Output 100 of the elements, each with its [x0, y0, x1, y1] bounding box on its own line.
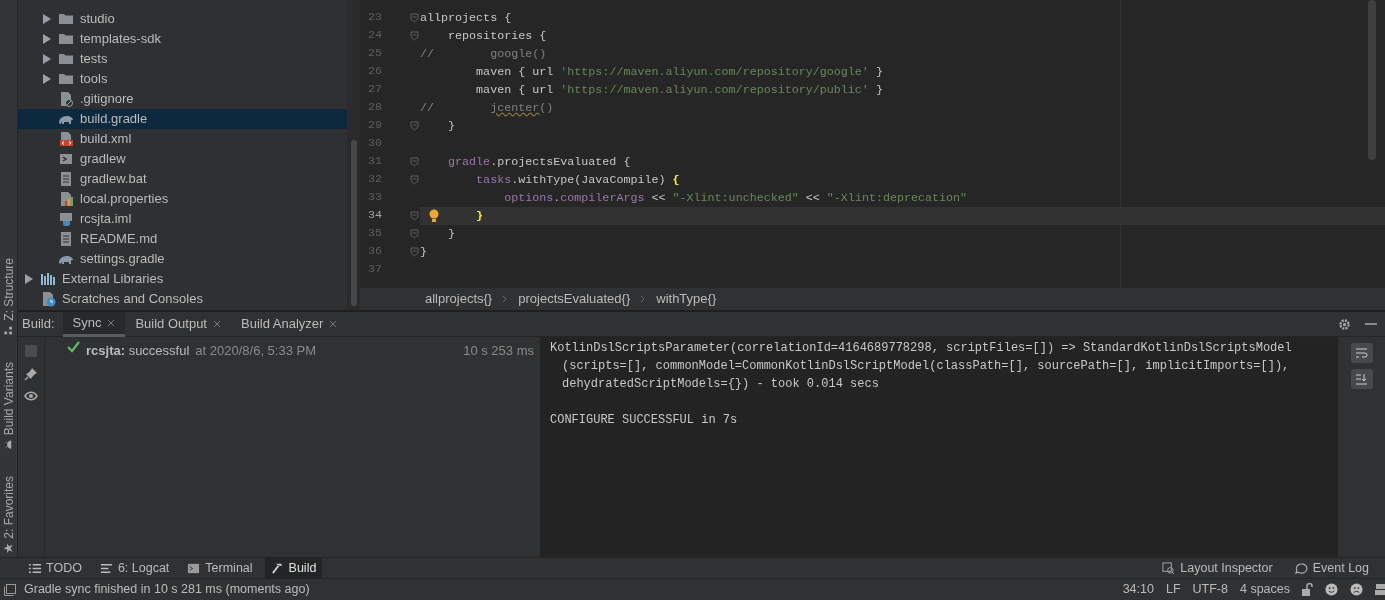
folder-icon: [58, 51, 74, 67]
line-number: 28: [366, 99, 382, 117]
scratch-file-icon: [40, 291, 56, 307]
soft-wrap-button[interactable]: [1350, 343, 1373, 363]
scrollbar-thumb[interactable]: [350, 140, 357, 306]
build-duration: 10 s 253 ms: [463, 342, 534, 360]
fold-marker-icon[interactable]: [409, 121, 419, 131]
fold-marker-icon[interactable]: [409, 13, 419, 23]
tree-item[interactable]: gradlew.bat: [18, 169, 347, 189]
scroll-to-end-button[interactable]: [1350, 369, 1373, 389]
wrap-icon: [1355, 347, 1368, 359]
status-message: Gradle sync finished in 10 s 281 ms (moments ago): [24, 581, 310, 599]
tool-window-button[interactable]: TODO: [22, 557, 88, 579]
status-item[interactable]: LF: [1165, 580, 1181, 599]
terminal-icon: [187, 561, 201, 575]
expand-arrow-icon[interactable]: [42, 73, 52, 85]
tree-item[interactable]: README.md: [18, 229, 347, 249]
status-item[interactable]: 34:10: [1122, 580, 1154, 599]
status-item[interactable]: UTF-8: [1192, 580, 1228, 599]
line-number: 24: [366, 27, 382, 45]
code-line: repositories {: [447, 28, 548, 45]
eye-icon[interactable]: [24, 391, 38, 403]
tree-item[interactable]: External Libraries: [18, 269, 347, 289]
tree-item[interactable]: build.xml: [18, 129, 347, 149]
console-line: CONFIGURE SUCCESSFUL in 7s: [550, 412, 739, 429]
fold-marker-icon[interactable]: [409, 247, 419, 257]
code-line: }: [447, 118, 457, 135]
side-tool-tab[interactable]: 2: Favorites: [0, 475, 18, 554]
line-number: 36: [366, 243, 382, 261]
folder-icon: [58, 11, 74, 27]
tool-window-button[interactable]: Terminal: [181, 557, 259, 579]
tree-item[interactable]: build.gradle: [18, 109, 347, 129]
lock-icon[interactable]: [1302, 583, 1313, 596]
tree-item[interactable]: .gitignore: [18, 89, 347, 109]
code-line: // google(): [420, 46, 548, 63]
module-file-icon: [58, 211, 74, 227]
tool-window-button[interactable]: Event Log: [1288, 557, 1375, 579]
code-line: }: [420, 244, 428, 261]
expand-arrow-icon[interactable]: [42, 53, 52, 65]
lightbulb-icon[interactable]: [428, 209, 440, 223]
status-item[interactable]: 4 spaces: [1239, 580, 1290, 599]
code-line: }: [447, 226, 457, 243]
panel-toggle-icon[interactable]: [4, 583, 16, 596]
tree-item[interactable]: studio: [18, 9, 347, 29]
build-time: at 2020/8/6, 5:33 PM: [195, 342, 317, 360]
check-icon: [67, 341, 80, 353]
console-line: (scripts=[], commonModel=CommonKotlinDslScriptModel(classPath=[], sourcePath=[], implicitImports=[]),: [561, 358, 1291, 375]
settings-icon[interactable]: [1338, 317, 1351, 331]
line-number: 25: [366, 45, 382, 63]
line-number: 27: [366, 81, 382, 99]
side-tool-tab[interactable]: Build Variants: [0, 361, 18, 450]
text-file-icon: [58, 171, 74, 187]
line-number: 32: [366, 171, 382, 189]
fold-marker-icon[interactable]: [409, 229, 419, 239]
text-file-icon: [58, 231, 74, 247]
tree-item[interactable]: tools: [18, 69, 347, 89]
expand-arrow-icon[interactable]: [24, 273, 34, 285]
expand-arrow-icon[interactable]: [42, 33, 52, 45]
tree-item[interactable]: local.properties: [18, 189, 347, 209]
pin-icon[interactable]: [24, 367, 38, 381]
tool-window-button[interactable]: Layout Inspector: [1156, 557, 1279, 579]
tree-item[interactable]: Scratches and Consoles: [18, 289, 347, 309]
build-tab[interactable]: Build Analyzer: [231, 311, 348, 337]
tool-window-button[interactable]: Build: [264, 557, 323, 579]
tree-item[interactable]: gradlew: [18, 149, 347, 169]
sad-face-icon[interactable]: [1350, 583, 1363, 596]
code-line: maven { url 'https://maven.aliyun.com/repository/google' }: [475, 64, 884, 81]
smiley-icon[interactable]: [1325, 583, 1338, 596]
star-icon: [3, 542, 14, 554]
side-tool-tab[interactable]: Z: Structure: [0, 258, 18, 336]
code-line: options.compilerArgs << "-Xlint:unchecked" << "-Xlint:deprecation": [503, 190, 969, 207]
build-result[interactable]: rcsjta: successful: [86, 341, 190, 361]
tool-window-button[interactable]: 6: Logcat: [93, 557, 176, 579]
console-line: dehydratedScriptModels={}) - took 0.014 secs: [561, 376, 880, 393]
fold-marker-icon[interactable]: [409, 157, 419, 167]
tree-item[interactable]: tests: [18, 49, 347, 69]
tree-item[interactable]: rcsjta.iml: [18, 209, 347, 229]
line-number: 35: [366, 225, 382, 243]
close-icon[interactable]: [213, 320, 221, 328]
line-number: 23: [366, 9, 382, 27]
breadcrumb-link[interactable]: projectsEvaluated{}: [518, 289, 631, 309]
tree-item[interactable]: templates-sdk: [18, 29, 347, 49]
build-tab[interactable]: Build Output: [125, 311, 231, 337]
fold-marker-icon[interactable]: [409, 211, 419, 221]
expand-arrow-icon[interactable]: [42, 13, 52, 25]
panel-title: Build:: [22, 315, 55, 334]
console-line: KotlinDslScriptsParameter(correlationId=4164689778298, scriptFiles=[]) => StandardKotlinDslScriptsModel: [550, 340, 1293, 357]
properties-file-icon: [58, 191, 74, 207]
chevron-icon: [502, 295, 509, 304]
close-icon[interactable]: [107, 318, 116, 327]
fold-marker-icon[interactable]: [409, 175, 419, 185]
tree-item[interactable]: settings.gradle: [18, 249, 347, 269]
breadcrumb-link[interactable]: allprojects{}: [425, 289, 493, 309]
scrollbar-thumb[interactable]: [1368, 0, 1376, 160]
breadcrumb-link[interactable]: withType{}: [656, 289, 717, 309]
close-icon[interactable]: [329, 320, 338, 328]
code-line: tasks.withType(JavaCompile) {: [475, 172, 681, 189]
line-number: 37: [366, 261, 382, 279]
fold-marker-icon[interactable]: [409, 31, 419, 41]
build-tab[interactable]: Sync: [62, 311, 126, 337]
